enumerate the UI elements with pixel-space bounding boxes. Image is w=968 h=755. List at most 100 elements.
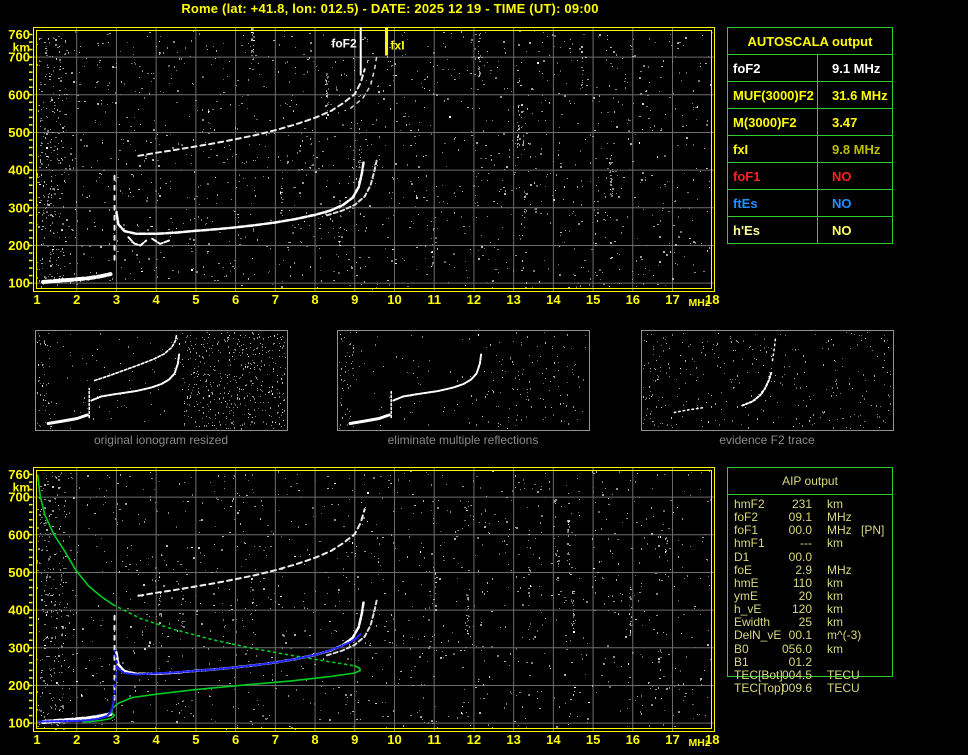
trace-hook-1 [127,236,148,247]
aip-row: B1 01.2 [727,654,893,669]
svg-text:13: 13 [506,292,520,307]
aip-row: DelN_vE 00.1 m^(-3) [727,629,893,642]
svg-text:6: 6 [232,292,239,307]
svg-text:11: 11 [427,732,441,747]
autoscala-row: MUF(3000)F2 31.6 MHz [727,81,893,109]
processing-panel-f2_evidence [641,330,894,431]
trace-restored-trace-F [117,632,362,676]
bottom-ionogram-plot: 760700600500400300200100km1 2 3 4 5 6 7 8 9 10 11 1… [8,467,719,749]
svg-text:400: 400 [8,603,30,618]
param-value: NO [817,162,893,190]
param-value: NO [817,189,893,217]
svg-text:9: 9 [351,292,358,307]
svg-text:13: 13 [506,732,520,747]
aip-row: TEC[Top] 009.6 TECU [727,680,893,695]
autoscala-row: M(3000)F2 3.47 [727,108,893,136]
svg-text:3: 3 [113,732,120,747]
param-label: ftEs [727,189,818,217]
autoscala-row: h'Es NO [727,216,893,244]
svg-text:12: 12 [467,732,481,747]
param-value: 01.2 [788,654,812,669]
param-value: 31.6 MHz [817,81,893,109]
param-value: 9.1 MHz [817,54,893,82]
svg-text:600: 600 [8,527,30,542]
fxI-marker-label: fxI [391,39,405,53]
autoscala-header-row: AUTOSCALA output [727,27,893,55]
param-label: B0 [734,641,749,656]
param-value: 009.6 [781,680,812,695]
noise-speckle [36,471,712,730]
svg-text:7: 7 [272,292,279,307]
param-label: D1 [734,549,750,564]
svg-text:4: 4 [153,292,161,307]
param-label: M(3000)F2 [727,108,818,136]
processing-panel-multiples_removed [337,330,590,431]
svg-text:km: km [13,481,30,495]
svg-text:16: 16 [626,732,640,747]
autoscala-header: AUTOSCALA output [727,27,893,55]
svg-text:MHz: MHz [689,737,711,749]
panel-caption-f2trace: evidence F2 trace [719,433,815,447]
plot-border [29,467,715,732]
param-value: --- [800,536,812,551]
grid [33,27,715,292]
trace-profile-bottomside [81,665,362,723]
param-label: fxI [727,135,818,163]
trace-hook-2 [151,237,172,245]
svg-text:10: 10 [387,732,401,747]
param-value: 004.5 [781,667,812,682]
aip-row: hmE 110 km [727,576,893,590]
svg-text:400: 400 [8,163,30,178]
svg-text:12: 12 [467,292,481,307]
svg-text:15: 15 [586,292,600,307]
processing-panel-original_resized [35,330,288,431]
svg-text:10: 10 [387,292,401,307]
svg-text:2: 2 [73,732,80,747]
svg-text:7: 7 [272,732,279,747]
top-ionogram-plot: 760700600500400300200100km1 2 3 4 5 6 7 8 9 10 11 1… [8,27,719,309]
svg-text:5: 5 [192,292,199,307]
param-unit: m^(-3) [827,628,862,643]
svg-text:100: 100 [8,276,30,291]
param-unit: TECU [827,680,860,695]
svg-text:17: 17 [665,732,679,747]
scaled-frequency-markers: foF2 fxI [331,27,405,76]
trace-profile-topside-dotted [112,604,356,667]
svg-text:9: 9 [351,732,358,747]
svg-text:4: 4 [153,732,161,747]
trace-profile-topside [37,474,115,606]
autoscala-row: ftEs NO [727,189,893,217]
svg-text:300: 300 [8,640,30,655]
svg-text:17: 17 [665,292,679,307]
param-value: NO [817,216,893,244]
param-extra: [PN] [861,523,885,538]
svg-text:500: 500 [8,125,30,140]
autoscala-row: foF1 NO [727,162,893,190]
svg-text:100: 100 [8,716,30,731]
svg-text:6: 6 [232,732,239,747]
autoscala-row: foF2 9.1 MHz [727,54,893,82]
plot-border [29,27,715,292]
param-label: h'Es [727,216,818,244]
autoscala-output-screen: Rome (lat: +41.8, lon: 012.5) - DATE: 20… [0,0,968,755]
aip-row: D1 00.0 [727,549,893,564]
svg-text:3: 3 [113,292,120,307]
svg-text:1: 1 [33,732,40,747]
param-value: 00.1 [788,628,812,643]
param-unit: km [827,641,843,656]
param-label: hmF1 [734,536,765,551]
param-value: 056.0 [781,641,812,656]
param-label: foE [734,562,753,577]
aip-row: B0 056.0 km [727,641,893,656]
svg-text:8: 8 [311,292,318,307]
param-unit: km [827,536,843,551]
aip-row: foE 2.9 MHz [727,562,893,577]
svg-text:MHz: MHz [689,297,711,309]
trace-F-trace-xmode [326,159,378,217]
param-label: B1 [734,654,749,669]
trace-F-trace [115,161,365,236]
param-unit: TECU [827,667,860,682]
param-label: foF1 [727,162,818,190]
svg-text:200: 200 [8,238,30,253]
foF2-marker-label: foF2 [331,37,357,51]
